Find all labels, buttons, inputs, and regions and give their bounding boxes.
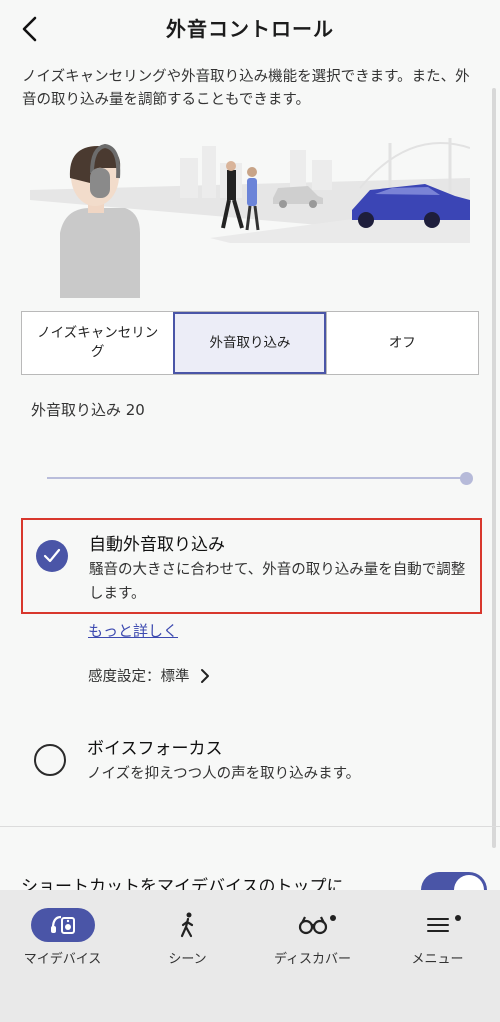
ambient-level-label: 外音取り込み 20 bbox=[31, 401, 145, 419]
tab-label: マイデバイス bbox=[23, 952, 102, 967]
tab-label: メニュー bbox=[411, 952, 464, 967]
mode-noise-cancelling[interactable]: ノイズキャンセリング bbox=[22, 312, 173, 374]
tab-menu[interactable]: メニュー bbox=[375, 890, 500, 990]
mode-ambient-sound[interactable]: 外音取り込み bbox=[173, 312, 326, 374]
walking-person-icon bbox=[180, 912, 193, 938]
voice-focus-option[interactable]: ボイスフォーカス ノイズを抑えつつ人の声を取り込みます。 bbox=[21, 726, 482, 796]
slider-fill bbox=[47, 477, 467, 479]
headphones-device-icon bbox=[30, 908, 95, 942]
radio-checked-icon[interactable] bbox=[36, 540, 68, 572]
tab-label: シーン bbox=[168, 952, 207, 967]
chevron-right-icon bbox=[200, 668, 209, 683]
menu-icon bbox=[426, 918, 449, 932]
option-title: ボイスフォーカス bbox=[87, 739, 223, 759]
notification-dot bbox=[330, 915, 336, 921]
option-title: 自動外音取り込み bbox=[89, 535, 225, 555]
radio-unchecked-icon[interactable] bbox=[34, 744, 66, 776]
auto-ambient-option[interactable]: 自動外音取り込み 騒音の大きさに合わせて、外音の取り込み量を自動で調整します。 bbox=[21, 518, 482, 614]
page-title: 外音コントロール bbox=[166, 17, 334, 41]
header: 外音コントロール bbox=[0, 0, 500, 56]
notification-dot bbox=[455, 915, 461, 921]
slider-thumb[interactable] bbox=[460, 472, 473, 485]
tab-label: ディスカバー bbox=[273, 952, 352, 967]
sensitivity-label: 感度設定：標準 bbox=[88, 669, 190, 685]
option-subtitle: ノイズを抑えつつ人の声を取り込みます。 bbox=[87, 766, 361, 782]
option-subtitle: 騒音の大きさに合わせて、外音の取り込み量を自動で調整します。 bbox=[89, 562, 466, 602]
learn-more-link[interactable]: もっと詳しく bbox=[88, 620, 178, 641]
tab-scene[interactable]: シーン bbox=[125, 890, 250, 990]
tab-my-device[interactable]: マイデバイス bbox=[0, 890, 125, 990]
scrollbar[interactable] bbox=[492, 88, 496, 848]
ambient-sound-illustration bbox=[30, 138, 471, 298]
tab-discover[interactable]: ディスカバー bbox=[250, 890, 375, 990]
sensitivity-setting[interactable]: 感度設定：標準 bbox=[88, 665, 210, 686]
divider bbox=[0, 826, 500, 827]
mode-segmented-control: ノイズキャンセリング 外音取り込み オフ bbox=[21, 311, 479, 375]
bottom-tab-bar: マイデバイス シーン ディスカバー メニュー bbox=[0, 890, 500, 1022]
description-text: ノイズキャンセリングや外音取り込み機能を選択できます。また、外音の取り込み量を調… bbox=[22, 69, 470, 108]
binoculars-icon bbox=[298, 916, 327, 935]
mode-off[interactable]: オフ bbox=[325, 312, 478, 374]
ambient-level-slider[interactable] bbox=[47, 470, 473, 486]
